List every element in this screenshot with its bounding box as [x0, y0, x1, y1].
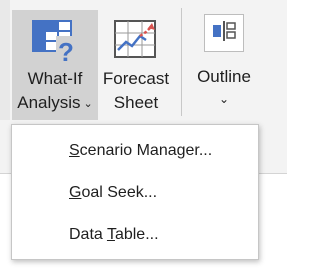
- forecast-label-line2: Sheet: [113, 93, 159, 112]
- outline-icon: [204, 14, 244, 52]
- accelerator-key: T: [106, 226, 115, 243]
- what-if-label-text: Analysis: [17, 93, 81, 112]
- forecast-sheet-button[interactable]: Forecast Sheet: [100, 10, 172, 120]
- what-if-label-line1: What-If: [27, 69, 83, 88]
- menu-item-label: Scenario Manager...: [69, 142, 213, 159]
- what-if-analysis-button[interactable]: ? What-If Analysis ⌄: [12, 10, 98, 120]
- outline-chevron-down-icon: ⌄: [218, 92, 230, 106]
- ribbon-group-edge: [0, 0, 10, 120]
- chevron-down-icon: ⌄: [83, 97, 93, 110]
- accelerator-key: G: [69, 184, 82, 201]
- menu-item-goal-seek[interactable]: Goal Seek...: [12, 173, 258, 213]
- forecast-sheet-icon: [114, 20, 158, 65]
- accelerator-key: S: [69, 142, 80, 159]
- what-if-analysis-icon: ?: [32, 20, 78, 69]
- what-if-label-line2: Analysis ⌄: [12, 91, 98, 116]
- what-if-dropdown-menu: Scenario Manager... Goal Seek... Data Ta…: [11, 124, 259, 260]
- svg-text:?: ?: [58, 37, 74, 64]
- forecast-label-line1: Forecast: [102, 69, 170, 88]
- menu-item-data-table[interactable]: Data Table...: [12, 215, 258, 255]
- ribbon-group-separator: [181, 8, 182, 116]
- outline-button[interactable]: Outline ⌄: [190, 10, 258, 120]
- menu-item-label: Goal Seek...: [69, 184, 158, 201]
- menu-item-label: Data Table...: [69, 226, 159, 243]
- outline-label: Outline: [197, 67, 251, 86]
- menu-item-scenario-manager[interactable]: Scenario Manager...: [12, 131, 258, 171]
